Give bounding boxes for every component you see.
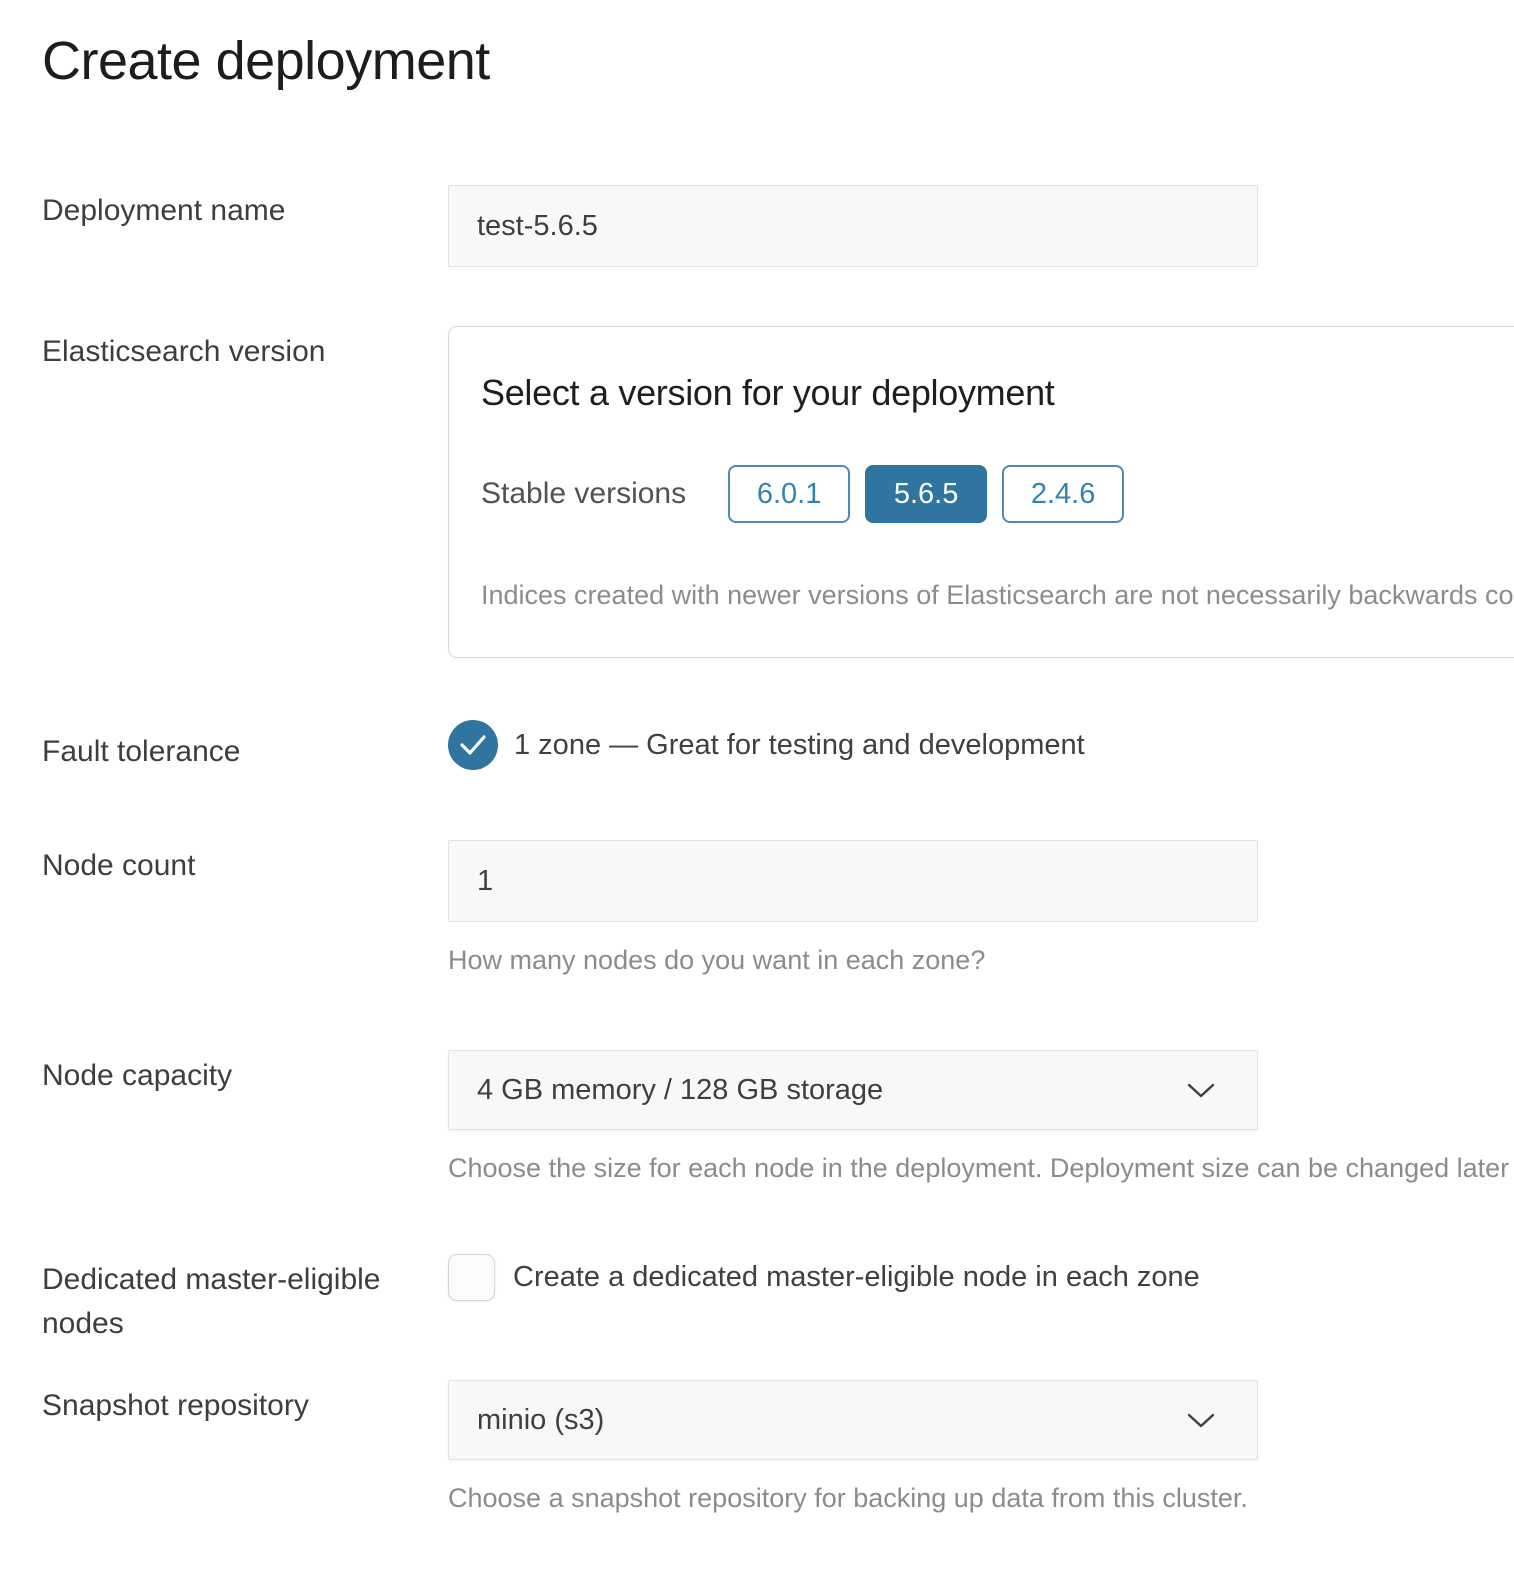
node-capacity-field: 4 GB memory / 128 GB storage Choose the …	[448, 1050, 1514, 1184]
elasticsearch-version-row: Elasticsearch version Select a version f…	[42, 326, 1514, 658]
node-count-input[interactable]	[448, 840, 1258, 922]
fault-tolerance-label: Fault tolerance	[42, 720, 448, 774]
snapshot-repository-value: minio (s3)	[477, 1404, 604, 1437]
dedicated-master-label: Dedicated master-eligible nodes	[42, 1254, 448, 1346]
chevron-down-icon	[1187, 1404, 1215, 1437]
fault-tolerance-option[interactable]: 1 zone — Great for testing and developme…	[448, 720, 1085, 770]
version-button-6-0-1[interactable]: 6.0.1	[728, 465, 850, 523]
stable-versions-label: Stable versions	[481, 477, 686, 511]
dedicated-master-row: Dedicated master-eligible nodes Create a…	[42, 1254, 1514, 1346]
fault-tolerance-selection: 1 zone — Great for testing and developme…	[514, 729, 1085, 762]
node-count-label: Node count	[42, 840, 448, 888]
check-icon	[448, 720, 498, 770]
deployment-name-input[interactable]	[448, 185, 1258, 267]
chevron-down-icon	[1187, 1074, 1215, 1107]
node-capacity-select[interactable]: 4 GB memory / 128 GB storage	[448, 1050, 1258, 1130]
node-capacity-value: 4 GB memory / 128 GB storage	[477, 1074, 883, 1107]
version-panel: Select a version for your deployment Sta…	[448, 326, 1514, 658]
node-capacity-help: Choose the size for each node in the dep…	[448, 1152, 1514, 1184]
node-capacity-row: Node capacity 4 GB memory / 128 GB stora…	[42, 1050, 1514, 1184]
version-panel-title: Select a version for your deployment	[481, 371, 1514, 415]
dedicated-master-checkbox-label[interactable]: Create a dedicated master-eligible node …	[513, 1261, 1200, 1294]
dedicated-master-checkbox[interactable]	[448, 1254, 495, 1301]
elasticsearch-version-label: Elasticsearch version	[42, 326, 448, 374]
node-count-field: How many nodes do you want in each zone?	[448, 840, 1258, 976]
snapshot-repository-field: minio (s3) Choose a snapshot repository …	[448, 1380, 1258, 1514]
page-title: Create deployment	[42, 30, 1514, 92]
create-deployment-page: Create deployment Deployment name Elasti…	[0, 0, 1514, 1514]
deployment-name-label: Deployment name	[42, 185, 448, 233]
node-count-row: Node count How many nodes do you want in…	[42, 840, 1514, 976]
deployment-name-row: Deployment name	[42, 185, 1514, 267]
stable-versions-row: Stable versions 6.0.1 5.6.5 2.4.6	[481, 465, 1514, 523]
snapshot-repository-label: Snapshot repository	[42, 1380, 448, 1428]
snapshot-repository-help: Choose a snapshot repository for backing…	[448, 1482, 1258, 1514]
version-button-5-6-5[interactable]: 5.6.5	[865, 465, 987, 523]
snapshot-repository-row: Snapshot repository minio (s3) Choose a …	[42, 1380, 1514, 1514]
node-capacity-label: Node capacity	[42, 1050, 448, 1098]
version-compatibility-note: Indices created with newer versions of E…	[481, 579, 1514, 611]
version-button-2-4-6[interactable]: 2.4.6	[1002, 465, 1124, 523]
snapshot-repository-select[interactable]: minio (s3)	[448, 1380, 1258, 1460]
dedicated-master-option: Create a dedicated master-eligible node …	[448, 1254, 1200, 1301]
node-count-help: How many nodes do you want in each zone?	[448, 944, 1258, 976]
fault-tolerance-row: Fault tolerance 1 zone — Great for testi…	[42, 715, 1514, 774]
